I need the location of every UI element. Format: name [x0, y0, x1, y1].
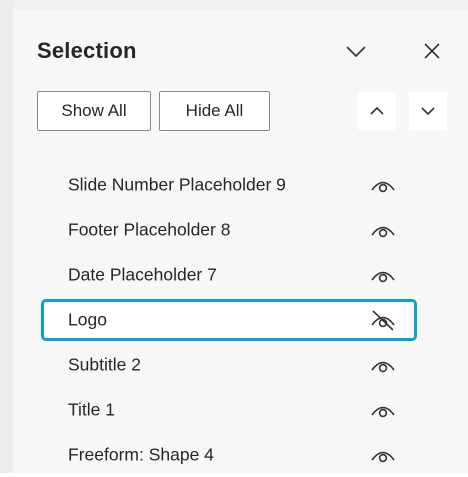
visibility-toggle[interactable]	[368, 172, 398, 198]
visibility-toggle[interactable]	[368, 352, 398, 378]
hide-all-button[interactable]: Hide All	[159, 91, 270, 131]
visibility-toggle[interactable]	[368, 217, 398, 243]
item-label: Title 1	[68, 399, 116, 419]
item-label: Logo	[68, 309, 107, 329]
eye-icon	[371, 451, 395, 462]
chevron-down-icon	[346, 46, 366, 58]
list-item[interactable]: Title 1	[37, 387, 417, 432]
chevron-down-icon	[421, 107, 435, 116]
close-icon	[424, 43, 440, 59]
list-item-selected[interactable]: Logo	[37, 297, 417, 342]
close-pane-button[interactable]	[415, 34, 449, 68]
eye-hidden-icon	[371, 309, 395, 331]
item-label: Subtitle 2	[68, 354, 141, 374]
pane-title: Selection	[37, 38, 137, 63]
eye-icon	[371, 181, 395, 192]
chevron-up-icon	[370, 106, 384, 115]
item-label: Footer Placeholder 8	[68, 219, 231, 239]
eye-icon	[371, 406, 395, 417]
item-label: Freeform: Shape 4	[68, 444, 214, 464]
list-item[interactable]: Freeform: Shape 4	[37, 432, 417, 477]
send-backward-button[interactable]	[409, 92, 447, 130]
show-all-button[interactable]: Show All	[37, 91, 151, 131]
pane-options-button[interactable]	[339, 34, 373, 68]
eye-icon	[371, 271, 395, 282]
visibility-toggle[interactable]	[368, 397, 398, 423]
list-item[interactable]: Footer Placeholder 8	[37, 207, 417, 252]
list-item[interactable]: Subtitle 2	[37, 342, 417, 387]
selection-list: Slide Number Placeholder 9 Footer Placeh…	[37, 162, 417, 477]
eye-icon	[371, 226, 395, 237]
visibility-toggle[interactable]	[368, 307, 398, 333]
visibility-toggle[interactable]	[368, 442, 398, 468]
visibility-toggle[interactable]	[368, 262, 398, 288]
eye-icon	[371, 361, 395, 372]
list-item[interactable]: Date Placeholder 7	[37, 252, 417, 297]
bring-forward-button[interactable]	[358, 92, 396, 130]
item-label: Date Placeholder 7	[68, 264, 217, 284]
window-top-edge	[0, 0, 468, 10]
slide-area-edge	[0, 0, 13, 473]
list-item[interactable]: Slide Number Placeholder 9	[37, 162, 417, 207]
item-label: Slide Number Placeholder 9	[68, 174, 286, 194]
